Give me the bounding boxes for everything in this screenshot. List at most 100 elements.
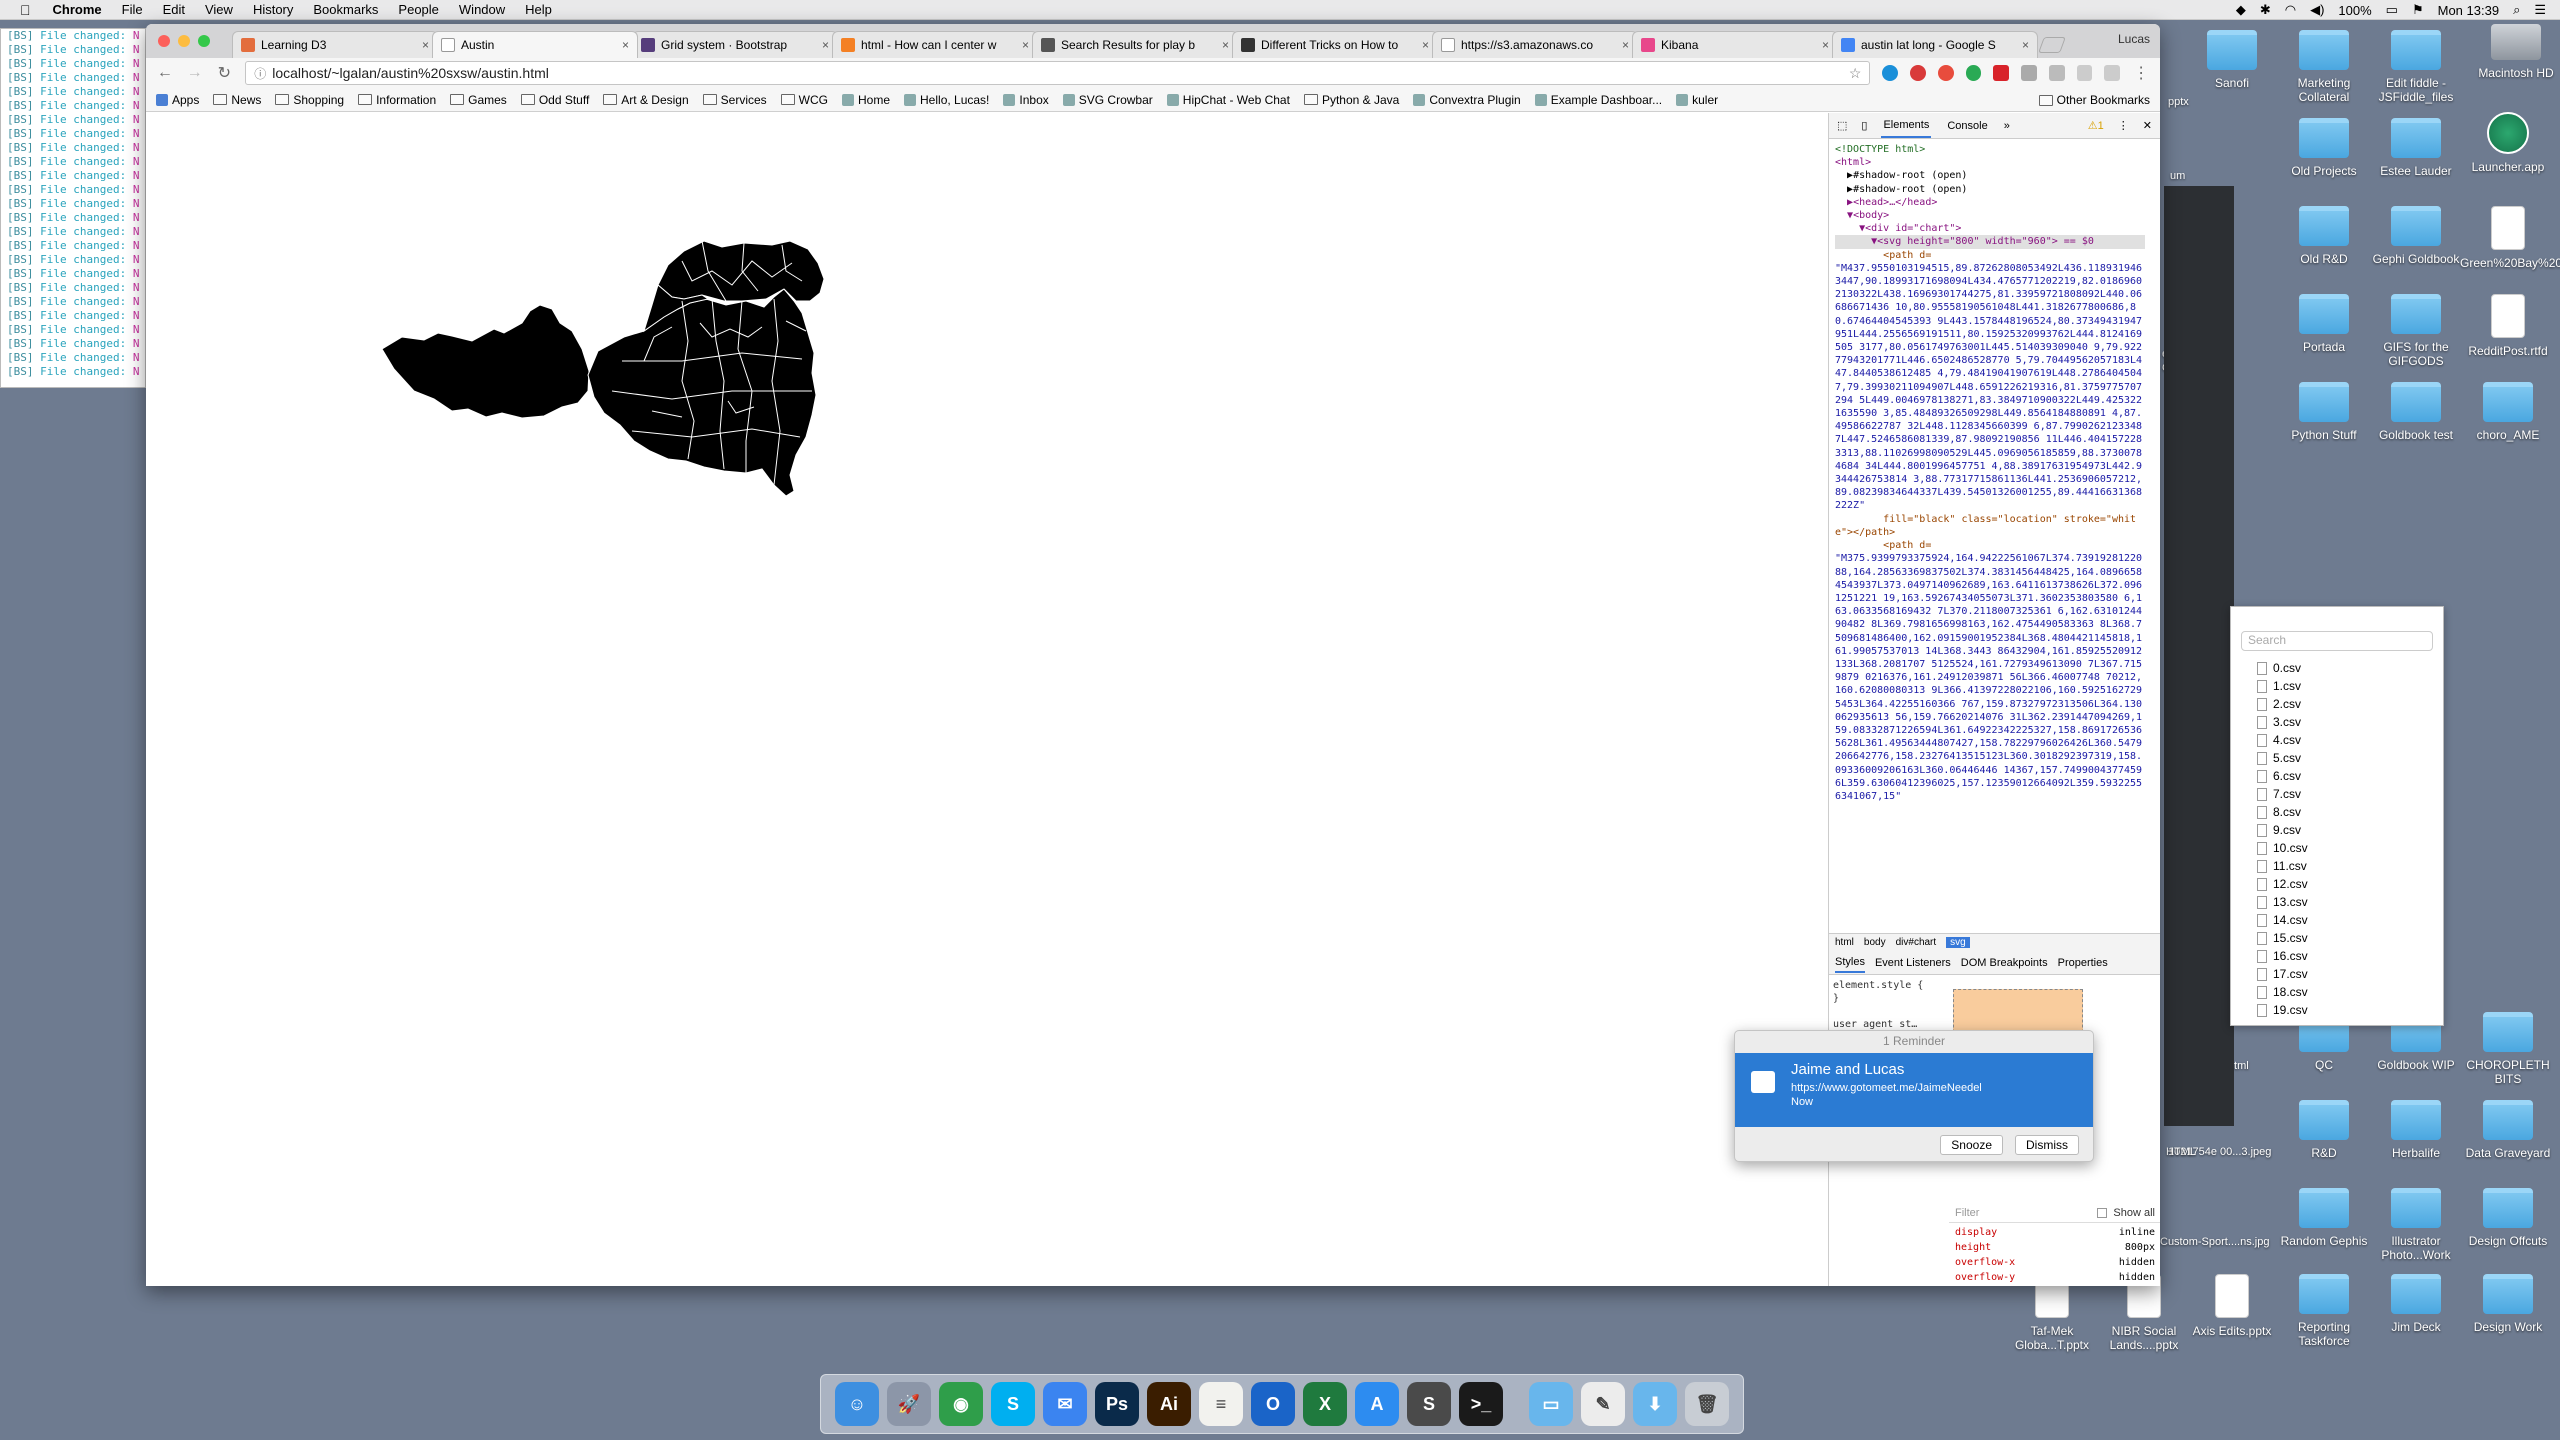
bookmark-inbox[interactable]: Inbox (1003, 93, 1049, 107)
breadcrumb-item[interactable]: html (1835, 937, 1854, 948)
bookmark-convextra-plugin[interactable]: Convextra Plugin (1413, 93, 1521, 107)
map-region[interactable] (657, 241, 825, 302)
desktop-icon-data-graveyard[interactable]: Data Graveyard (2460, 1100, 2556, 1160)
dock-messages-icon[interactable]: ✉ (1043, 1382, 1087, 1426)
dock-trash-icon[interactable]: 🗑 (1685, 1382, 1729, 1426)
minimize-window-button[interactable] (178, 35, 190, 47)
bookmark-shopping[interactable]: Shopping (275, 93, 344, 107)
desktop-icon-design-work[interactable]: Design Work (2460, 1274, 2556, 1334)
tab-6[interactable]: Different Tricks on How to × (1232, 31, 1438, 58)
forward-icon[interactable]: → (186, 64, 204, 82)
bluetooth-icon[interactable]: ✱ (2260, 2, 2271, 18)
menu-history[interactable]: History (243, 2, 303, 17)
tab-elements[interactable]: Elements (1881, 114, 1932, 138)
finder-window[interactable]: Search 0.csv 1.csv 2.csv 3.csv 4.csv 5.csv 6.c… (2230, 606, 2444, 1026)
dock-finder-icon[interactable]: ☺ (835, 1382, 879, 1426)
show-all-checkbox[interactable] (2097, 1207, 2108, 1218)
desktop-icon-sanofi[interactable]: Sanofi (2184, 30, 2280, 90)
bookmark-odd-stuff[interactable]: Odd Stuff (520, 93, 589, 107)
bookmark-information[interactable]: Information (358, 93, 436, 107)
dom-tree[interactable]: <!DOCTYPE html> <html> ▶#shadow-root (ope… (1829, 139, 2151, 933)
dock-app-store-icon[interactable]: A (1355, 1382, 1399, 1426)
notification-link[interactable]: https://www.gotomeet.me/JaimeNeedel (1791, 1082, 2083, 1094)
file-item[interactable]: 19.csv (2231, 1001, 2443, 1019)
extension-icon[interactable] (2076, 65, 2093, 81)
new-tab-button[interactable] (2032, 31, 2078, 58)
bookmark-example-dashboar[interactable]: Example Dashboar... (1534, 93, 1662, 107)
other-bookmarks[interactable]: Other Bookmarks (2038, 93, 2150, 107)
subtab-styles[interactable]: Styles (1835, 953, 1865, 973)
tab-close-icon[interactable]: × (2022, 38, 2029, 52)
file-item[interactable]: 15.csv (2231, 929, 2443, 947)
file-item[interactable]: 3.csv (2231, 713, 2443, 731)
tab-console[interactable]: Console (1945, 115, 1989, 137)
breadcrumb-item[interactable]: div#chart (1896, 937, 1937, 948)
dom-node-line[interactable]: "M437.9550103194515,89.87262808053492L43… (1835, 262, 2145, 513)
bookmark-svg-crowbar[interactable]: SVG Crowbar (1062, 93, 1153, 107)
tab-8[interactable]: Kibana × (1632, 31, 1838, 58)
tab-close-icon[interactable]: × (1422, 38, 1429, 52)
dom-node-line[interactable]: ▼<div id="chart"> (1835, 222, 2145, 235)
device-toggle-icon[interactable]: ▯ (1861, 119, 1867, 132)
flag-icon[interactable]: ⚑ (2412, 2, 2424, 18)
url-text[interactable]: localhost/~lgalan/austin%20sxsw/austin.h… (272, 65, 1843, 81)
dom-node-line[interactable]: ▼<svg height="800" width="960"> == $0 (1835, 235, 2145, 249)
bookmark-games[interactable]: Games (450, 93, 507, 107)
wifi-icon[interactable]: ◠ (2285, 2, 2296, 18)
bookmark-kuler[interactable]: kuler (1676, 93, 1718, 107)
file-item[interactable]: 16.csv (2231, 947, 2443, 965)
tab-4[interactable]: html - How can I center w × (832, 31, 1038, 58)
finder-search-input[interactable]: Search (2241, 631, 2433, 651)
file-item[interactable]: 7.csv (2231, 785, 2443, 803)
subtab-properties[interactable]: Properties (2058, 957, 2108, 969)
file-item[interactable]: 0.csv (2231, 659, 2443, 677)
bookmark-apps[interactable]: Apps (156, 93, 199, 107)
terminal-window[interactable]: [BS] File changed: N [BS] File changed: N… (0, 28, 146, 388)
desktop-icon-goldbook-test[interactable]: Goldbook test (2368, 382, 2464, 442)
file-item[interactable]: 18.csv (2231, 983, 2443, 1001)
battery-percent[interactable]: 100% (2338, 3, 2371, 18)
bookmark-python-java[interactable]: Python & Java (1303, 93, 1399, 107)
notification-body[interactable]: Jaime and Lucas https://www.gotomeet.me/… (1735, 1053, 2093, 1127)
search-icon[interactable]: ⌕ (2513, 2, 2520, 18)
inspect-icon[interactable]: ⬚ (1837, 119, 1847, 132)
map-region[interactable] (382, 304, 590, 419)
snooze-button[interactable]: Snooze (1940, 1135, 2003, 1155)
bookmark-services[interactable]: Services (702, 93, 767, 107)
file-item[interactable]: 13.csv (2231, 893, 2443, 911)
file-item[interactable]: 9.csv (2231, 821, 2443, 839)
desktop-icon-choro-ame[interactable]: choro_AME (2460, 382, 2556, 442)
dom-node-line[interactable]: fill="black" class="location" stroke="wh… (1835, 513, 2145, 539)
subtab-dom-breakpoints[interactable]: DOM Breakpoints (1961, 957, 2048, 969)
app-menu[interactable]: Chrome (43, 2, 112, 17)
file-item[interactable]: 14.csv (2231, 911, 2443, 929)
desktop-icon-jim-deck[interactable]: Jim Deck (2368, 1274, 2464, 1334)
dom-node-line[interactable]: ▶<head>…</head> (1835, 196, 2145, 209)
dom-node-line[interactable]: ▼<body> (1835, 209, 2145, 222)
file-item[interactable]: 11.csv (2231, 857, 2443, 875)
tab-close-icon[interactable]: × (1222, 38, 1229, 52)
dock-applications-icon[interactable]: ▭ (1529, 1382, 1573, 1426)
tab-close-icon[interactable]: × (1022, 38, 1029, 52)
desktop-icon-edit-fiddle-jsfiddle-files[interactable]: Edit fiddle - JSFiddle_files (2368, 30, 2464, 104)
desktop-icon-launcher-app[interactable]: Launcher.app (2460, 112, 2556, 174)
tab-close-icon[interactable]: × (422, 38, 429, 52)
reload-icon[interactable]: ↻ (215, 63, 233, 83)
menu-people[interactable]: People (388, 2, 448, 17)
warning-icon[interactable]: ⚠1 (2088, 119, 2104, 132)
desktop-icon-illustrator-photo-work[interactable]: Illustrator Photo...Work (2368, 1188, 2464, 1262)
menu-help[interactable]: Help (515, 2, 562, 17)
menu-kebab-icon[interactable]: ⋮ (2132, 63, 2150, 83)
dock-terminal-icon[interactable]: >_ (1459, 1382, 1503, 1426)
menu-window[interactable]: Window (449, 2, 515, 17)
desktop-icon-reporting-taskforce[interactable]: Reporting Taskforce (2276, 1274, 2372, 1348)
tab-close-icon[interactable]: × (1822, 38, 1829, 52)
desktop-icon-random-gephis[interactable]: Random Gephis (2276, 1188, 2372, 1248)
dock-photoshop-icon[interactable]: Ps (1095, 1382, 1139, 1426)
breadcrumb-item[interactable]: body (1864, 937, 1886, 948)
more-tabs-icon[interactable]: » (2004, 120, 2010, 132)
menu-edit[interactable]: Edit (153, 2, 195, 17)
dock-skype-icon[interactable]: S (991, 1382, 1035, 1426)
file-item[interactable]: 6.csv (2231, 767, 2443, 785)
dock-chrome-icon[interactable]: ◉ (939, 1382, 983, 1426)
